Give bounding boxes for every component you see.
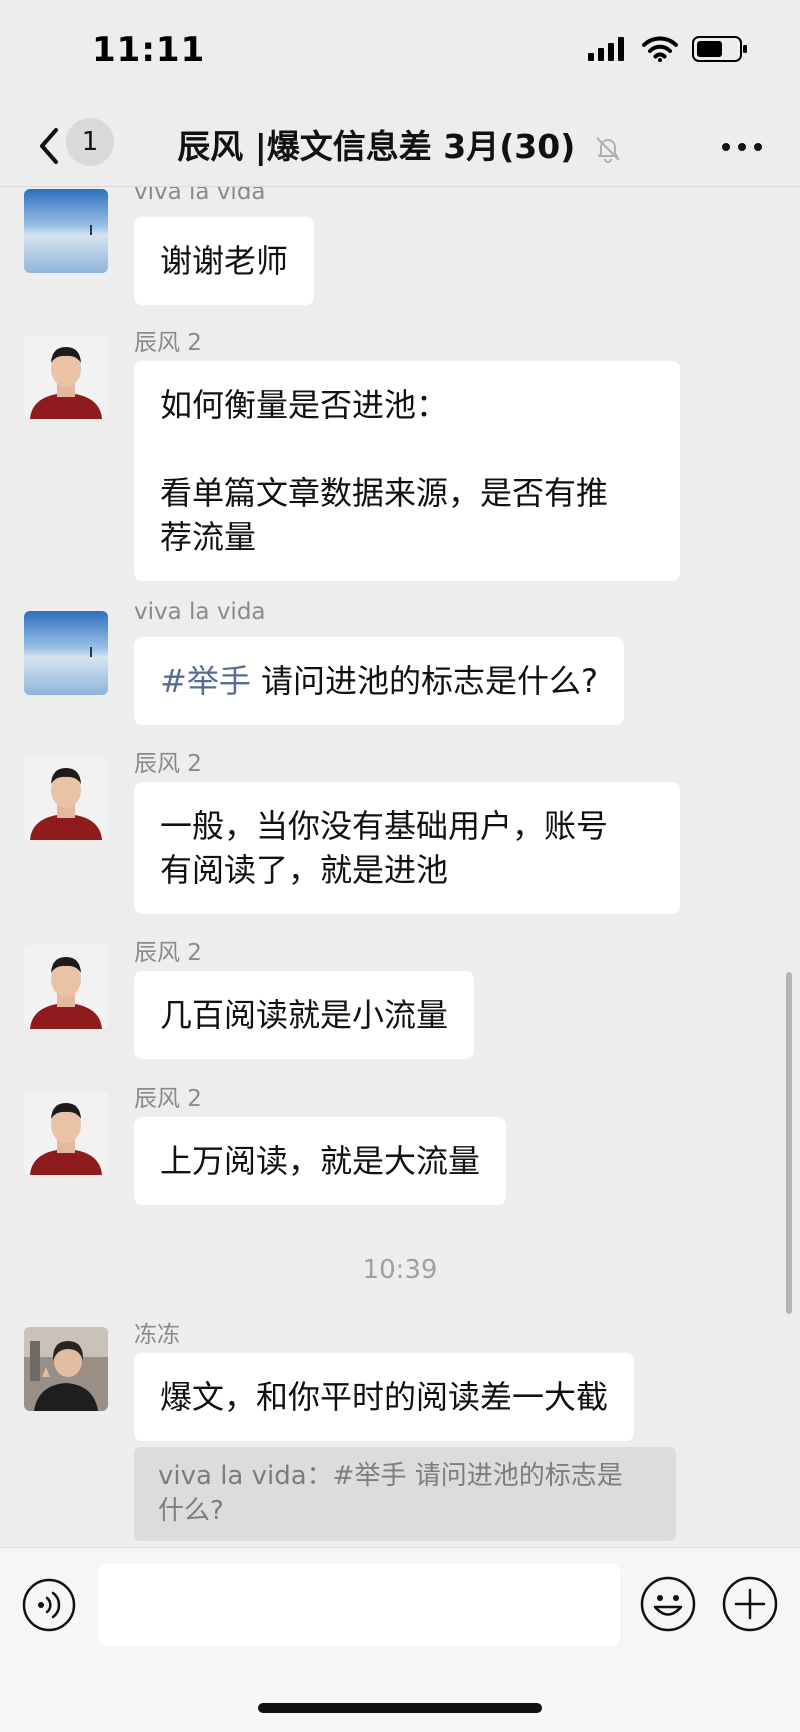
message-line (160, 427, 654, 471)
signal-icon (588, 37, 624, 61)
sender-name: 辰风 2 (134, 330, 202, 356)
man-red-sweater-avatar[interactable] (24, 335, 108, 419)
sender-name: 辰风 2 (134, 940, 202, 966)
scrollbar[interactable] (786, 972, 792, 1314)
sender-name: viva la vida (134, 187, 266, 205)
unread-badge[interactable]: 1 (66, 118, 114, 166)
message-line: 如何衡量是否进池： (160, 386, 449, 424)
chat-title-text: 辰风 |爆文信息差 3月(30) (177, 127, 576, 166)
more-options-icon[interactable] (720, 132, 764, 162)
voice-input-icon[interactable] (22, 1578, 76, 1632)
battery-icon (692, 36, 747, 62)
chat-header: 辰风 |爆文信息差 3月(30) (0, 110, 800, 187)
chat-title[interactable]: 辰风 |爆文信息差 3月(30) (0, 120, 800, 168)
quoted-reply[interactable]: viva la vida：#举手 请问进池的标志是 什么? (134, 1447, 676, 1541)
message-bubble[interactable]: 一般，当你没有基础用户，账号 有阅读了，就是进池 (134, 782, 680, 914)
input-bar (0, 1547, 800, 1732)
plus-icon[interactable] (722, 1576, 778, 1632)
home-indicator (258, 1703, 542, 1713)
sender-name: 辰风 2 (134, 751, 202, 777)
quote-line: viva la vida：#举手 请问进池的标志是 (158, 1461, 623, 1491)
message-list[interactable]: viva la vida 谢谢老师 辰风 2 如何衡量是否进池： 看单篇文章数据… (0, 187, 800, 1547)
emoji-icon[interactable] (640, 1576, 696, 1632)
message-input[interactable] (98, 1564, 620, 1646)
message-bubble[interactable]: 几百阅读就是小流量 (134, 971, 475, 1059)
wifi-icon (642, 36, 678, 62)
message-line: 有阅读了，就是进池 (160, 851, 449, 889)
message-line: 荐流量 (160, 518, 257, 556)
message-text: 请问进池的标志是什么? (250, 662, 598, 700)
landscape-avatar[interactable] (24, 611, 108, 695)
man-red-sweater-avatar[interactable] (24, 756, 108, 840)
sender-name: viva la vida (134, 599, 266, 625)
message-line: 看单篇文章数据来源，是否有推 (160, 474, 609, 512)
message-bubble[interactable]: 爆文，和你平时的阅读差一大截 (134, 1353, 635, 1441)
status-icons (588, 36, 748, 62)
quote-line: 什么? (158, 1496, 224, 1526)
status-bar: 11:11 (0, 0, 800, 110)
message-bubble[interactable]: 谢谢老师 (134, 217, 315, 305)
message-bubble[interactable]: 上万阅读，就是大流量 (134, 1117, 507, 1205)
woman-photo-avatar[interactable] (24, 1327, 108, 1411)
landscape-avatar[interactable] (24, 189, 108, 273)
sender-name: 辰风 2 (134, 1086, 202, 1112)
man-red-sweater-avatar[interactable] (24, 945, 108, 1029)
mute-bell-icon (596, 136, 620, 163)
status-time: 11:11 (92, 30, 206, 70)
man-red-sweater-avatar[interactable] (24, 1091, 108, 1175)
message-bubble[interactable]: 如何衡量是否进池： 看单篇文章数据来源，是否有推 荐流量 (134, 361, 680, 581)
hashtag-link[interactable]: #举手 (160, 662, 251, 700)
message-bubble[interactable]: #举手 请问进池的标志是什么? (134, 637, 624, 725)
time-divider: 10:39 (362, 1255, 438, 1285)
sender-name: 冻冻 (134, 1322, 180, 1348)
message-line: 一般，当你没有基础用户，账号 (160, 807, 609, 845)
